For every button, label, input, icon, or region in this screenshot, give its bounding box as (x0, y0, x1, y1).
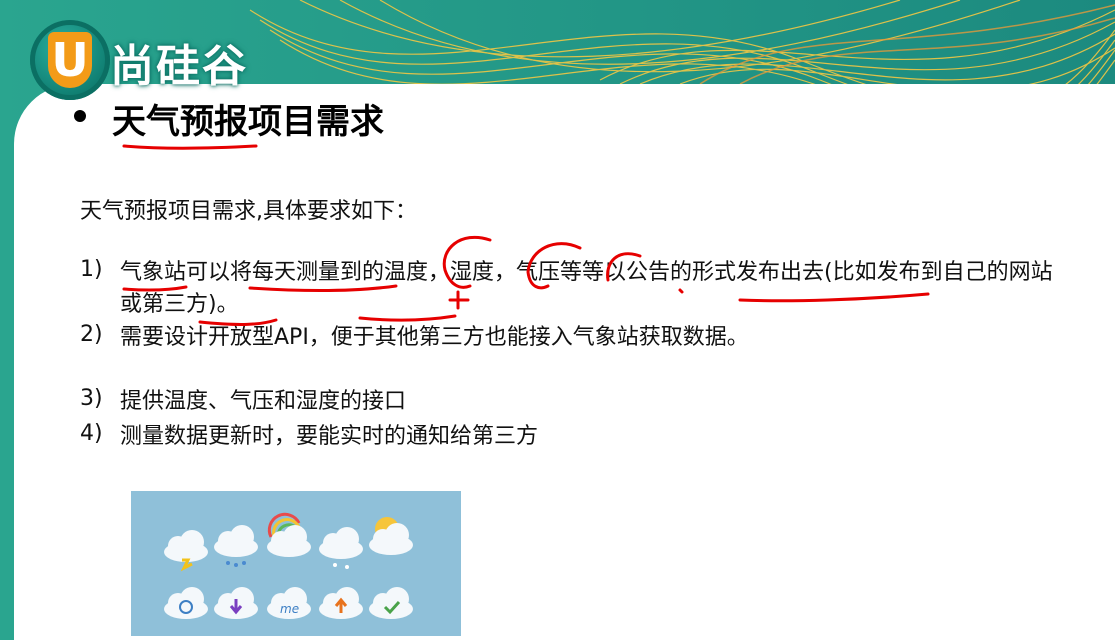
logo-letter: U (48, 32, 92, 88)
requirement-text: 气象站可以将每天测量到的温度，湿度，气压等等以公告的形式发布出去(比如发布到自己… (120, 260, 1053, 317)
cloud-check-icon (369, 587, 413, 619)
logo: U 尚硅谷 (30, 20, 300, 100)
svg-text:me: me (280, 602, 299, 616)
cloud-upload-icon (319, 587, 363, 619)
requirement-number: 1) (80, 257, 103, 282)
requirement-text: 提供温度、气压和湿度的接口 (120, 389, 407, 414)
logo-text: 尚硅谷 (110, 41, 248, 92)
requirement-item: 1) 气象站可以将每天测量到的温度，湿度，气压等等以公告的形式发布出去(比如发布到… (80, 257, 1060, 321)
cloud-lightning-icon (164, 530, 208, 572)
cloud-rain-icon (214, 525, 258, 567)
cloud-refresh-icon (164, 587, 208, 619)
cloud-snow-icon (319, 527, 363, 569)
requirement-item: 3) 提供温度、气压和湿度的接口 (80, 386, 1060, 418)
requirement-item: 4) 测量数据更新时，要能实时的通知给第三方 (80, 421, 1060, 453)
requirement-text: 测量数据更新时，要能实时的通知给第三方 (120, 424, 539, 449)
requirement-number: 2) (80, 322, 103, 347)
requirement-number: 4) (80, 421, 103, 446)
requirement-number: 3) (80, 386, 103, 411)
requirement-item: 2) 需要设计开放型API，便于其他第三方也能接入气象站获取数据。 (80, 322, 1060, 354)
weather-icons-image: me (131, 491, 461, 636)
bullet-icon (74, 110, 86, 122)
weather-icons-grid: me (164, 512, 413, 619)
slide-title: 天气预报项目需求 (112, 102, 384, 142)
cloud-sun-icon (369, 517, 413, 555)
intro-text: 天气预报项目需求,具体要求如下： (80, 199, 417, 224)
cloud-me-icon: me (267, 587, 311, 619)
cloud-download-icon (214, 587, 258, 619)
requirement-text: 需要设计开放型API，便于其他第三方也能接入气象站获取数据。 (120, 325, 749, 350)
cloud-rainbow-icon (267, 512, 311, 557)
